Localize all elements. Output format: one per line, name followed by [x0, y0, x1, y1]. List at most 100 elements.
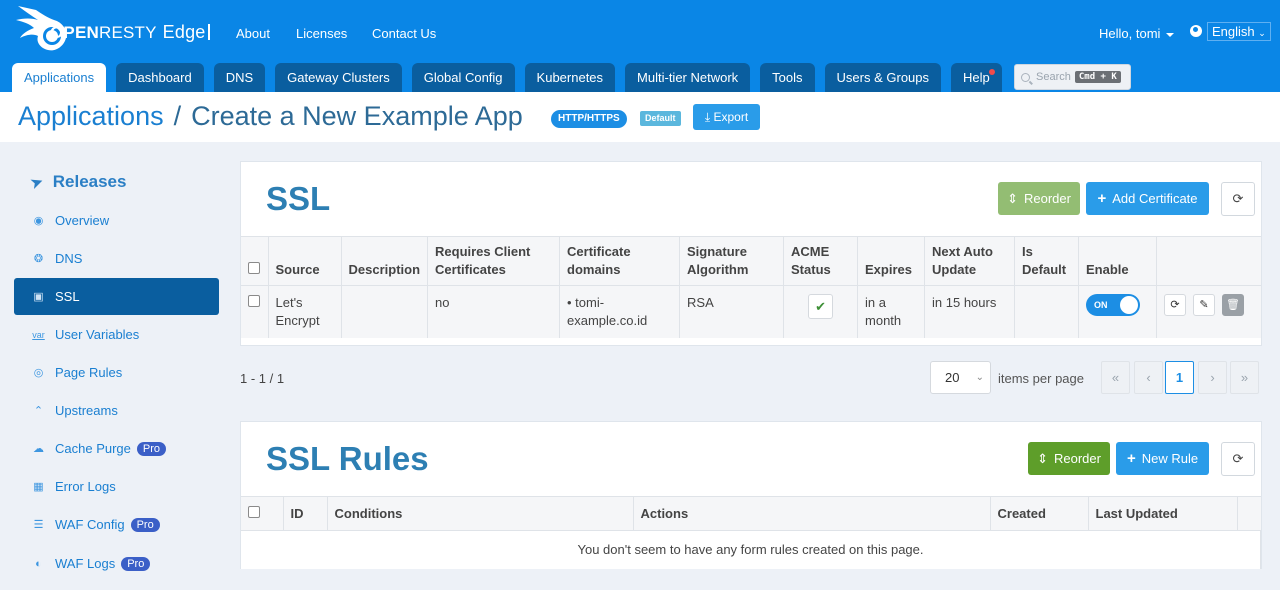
per-page-label: items per page	[998, 371, 1084, 386]
main-tabs: Applications Dashboard DNS Gateway Clust…	[12, 63, 1002, 92]
rules-reorder-button[interactable]: ⇕ Reorder	[1028, 442, 1110, 475]
tab-help[interactable]: Help	[951, 63, 1002, 92]
col-enable[interactable]: Enable	[1078, 236, 1158, 286]
prev-page-button[interactable]: ‹	[1134, 361, 1163, 394]
cell-requires-client-certs: no	[427, 285, 561, 338]
row-checkbox[interactable]	[248, 295, 260, 307]
sidebar-item-page-rules[interactable]: ◎ Page Rules	[14, 354, 219, 391]
sidebar-item-error-logs[interactable]: ▦ Error Logs	[14, 468, 219, 505]
search-input[interactable]: Search Cmd + K	[1014, 64, 1131, 90]
cell-is-default	[1014, 285, 1080, 338]
renew-button[interactable]: ⟳	[1164, 294, 1187, 316]
cloud-icon: ☁	[33, 443, 44, 455]
shield-log-icon: ◐	[35, 557, 42, 570]
tab-applications[interactable]: Applications	[12, 63, 107, 92]
tab-dns[interactable]: DNS	[213, 63, 266, 92]
tab-global-config[interactable]: Global Config	[411, 63, 515, 92]
delete-button[interactable]: 🗑	[1222, 294, 1245, 316]
refresh-icon: ⟳	[1170, 299, 1180, 311]
new-rule-button[interactable]: + New Rule	[1116, 442, 1209, 475]
page-1-button[interactable]: 1	[1165, 361, 1194, 394]
col-id[interactable]: ID	[283, 496, 328, 531]
col-next-auto-update[interactable]: Next Auto Update	[924, 236, 1016, 286]
sort-icon: ⇕	[1037, 450, 1048, 466]
edit-button[interactable]: ✎	[1193, 294, 1216, 316]
ssl-rules-title: SSL Rules	[266, 440, 429, 477]
col-created[interactable]: Created	[990, 496, 1089, 531]
ssl-rules-panel: SSL Rules ⇕ Reorder + New Rule ⟳ ID Condit…	[240, 421, 1262, 569]
rules-refresh-button[interactable]: ⟳	[1221, 442, 1255, 476]
cell-expires: in a month	[857, 285, 926, 338]
target-icon: ◎	[33, 367, 44, 379]
first-page-button[interactable]: «	[1101, 361, 1130, 394]
col-certificate-domains[interactable]: Certificate domains	[559, 236, 681, 286]
export-button[interactable]: ⤓ Export	[693, 104, 760, 130]
sidebar-item-ssl[interactable]: ▣ SSL	[14, 278, 219, 315]
col-description[interactable]: Description	[341, 236, 429, 286]
tab-gateway-clusters[interactable]: Gateway Clusters	[275, 63, 402, 92]
col-last-updated[interactable]: Last Updated	[1088, 496, 1238, 531]
greeting: Hello, tomi	[1099, 26, 1161, 41]
col-signature-algorithm[interactable]: Signature Algorithm	[679, 236, 785, 286]
sidebar-releases[interactable]: ➤ Releases	[28, 172, 126, 192]
list-icon: ☰	[33, 519, 44, 531]
col-actions[interactable]: Actions	[633, 496, 991, 531]
empty-row: You don't seem to have any form rules cr…	[241, 530, 1261, 569]
col-is-default[interactable]: Is Default	[1014, 236, 1080, 286]
contact-us-link[interactable]: Contact Us	[372, 26, 436, 41]
cell-domains: • tomi-example.co.id	[559, 285, 681, 338]
col-source[interactable]: Source	[268, 236, 342, 286]
top-navbar: OPENRESTY Edge About Licenses Contact Us …	[0, 0, 1280, 92]
sidebar-item-waf-config[interactable]: ☰ WAF Config Pro	[14, 506, 219, 543]
tab-users-groups[interactable]: Users & Groups	[824, 63, 942, 92]
col-expires[interactable]: Expires	[857, 236, 926, 286]
tab-multi-tier-network[interactable]: Multi-tier Network	[625, 63, 751, 92]
sidebar-item-upstreams[interactable]: ⌃ Upstreams	[14, 392, 219, 429]
tab-tools[interactable]: Tools	[760, 63, 815, 92]
tab-kubernetes[interactable]: Kubernetes	[524, 63, 616, 92]
language-select[interactable]: English ⌄	[1207, 22, 1271, 41]
notification-dot	[988, 69, 995, 75]
sidebar-item-overview[interactable]: ◉ Overview	[14, 202, 219, 239]
plus-icon: +	[1126, 450, 1136, 467]
col-conditions[interactable]: Conditions	[327, 496, 634, 531]
cell-next-auto-update: in 15 hours	[924, 285, 1016, 338]
page-title: Create a New Example App	[191, 101, 523, 131]
protocol-badge: HTTP/HTTPS	[551, 110, 627, 128]
table-header: ID Conditions Actions Created Last Updat…	[241, 496, 1261, 531]
divider	[208, 24, 210, 40]
edit-icon: ✎	[1199, 299, 1209, 311]
user-menu[interactable]: Hello, tomi	[1099, 26, 1175, 41]
select-all-checkbox[interactable]	[248, 262, 260, 274]
about-link[interactable]: About	[236, 26, 270, 41]
sidebar-item-cache-purge[interactable]: ☁ Cache Purge Pro	[14, 430, 219, 467]
col-requires-client-certs[interactable]: Requires Client Certificates	[427, 236, 561, 286]
shortcut-hint: Cmd + K	[1074, 71, 1121, 83]
empty-message: You don't seem to have any form rules cr…	[241, 530, 1261, 569]
refresh-button[interactable]: ⟳	[1221, 182, 1255, 216]
add-certificate-button[interactable]: + Add Certificate	[1086, 182, 1209, 215]
var-icon: var	[32, 329, 45, 340]
col-acme-status[interactable]: ACME Status	[783, 236, 859, 286]
per-page-select[interactable]: 20 ⌄	[930, 361, 991, 394]
breadcrumb: Applications / Create a New Example App	[18, 101, 523, 131]
sidebar-item-user-variables[interactable]: var User Variables	[14, 316, 219, 353]
last-page-button[interactable]: »	[1230, 361, 1259, 394]
next-page-button[interactable]: ›	[1198, 361, 1227, 394]
licenses-link[interactable]: Licenses	[296, 26, 347, 41]
sidebar-item-waf-logs[interactable]: ◐ WAF Logs Pro	[14, 545, 219, 582]
cell-source: Let's Encrypt	[268, 285, 342, 338]
breadcrumb-applications[interactable]: Applications	[18, 101, 164, 131]
enable-toggle[interactable]: ON	[1086, 294, 1141, 316]
ssl-table: Source Description Requires Client Certi…	[241, 236, 1261, 338]
tab-dashboard[interactable]: Dashboard	[116, 63, 204, 92]
sidebar-item-dns[interactable]: ❂ DNS	[14, 240, 219, 277]
cell-signature-algorithm: RSA	[679, 285, 785, 338]
globe-icon: ❂	[33, 253, 44, 265]
reorder-button[interactable]: ⇕ Reorder	[998, 182, 1080, 215]
pro-badge: Pro	[130, 517, 160, 532]
search-icon	[1021, 72, 1030, 82]
select-all-checkbox[interactable]	[248, 505, 260, 518]
range-text: 1 - 1 / 1	[240, 371, 285, 386]
table-row: Let's Encrypt no • tomi-example.co.id RS…	[241, 285, 1261, 338]
